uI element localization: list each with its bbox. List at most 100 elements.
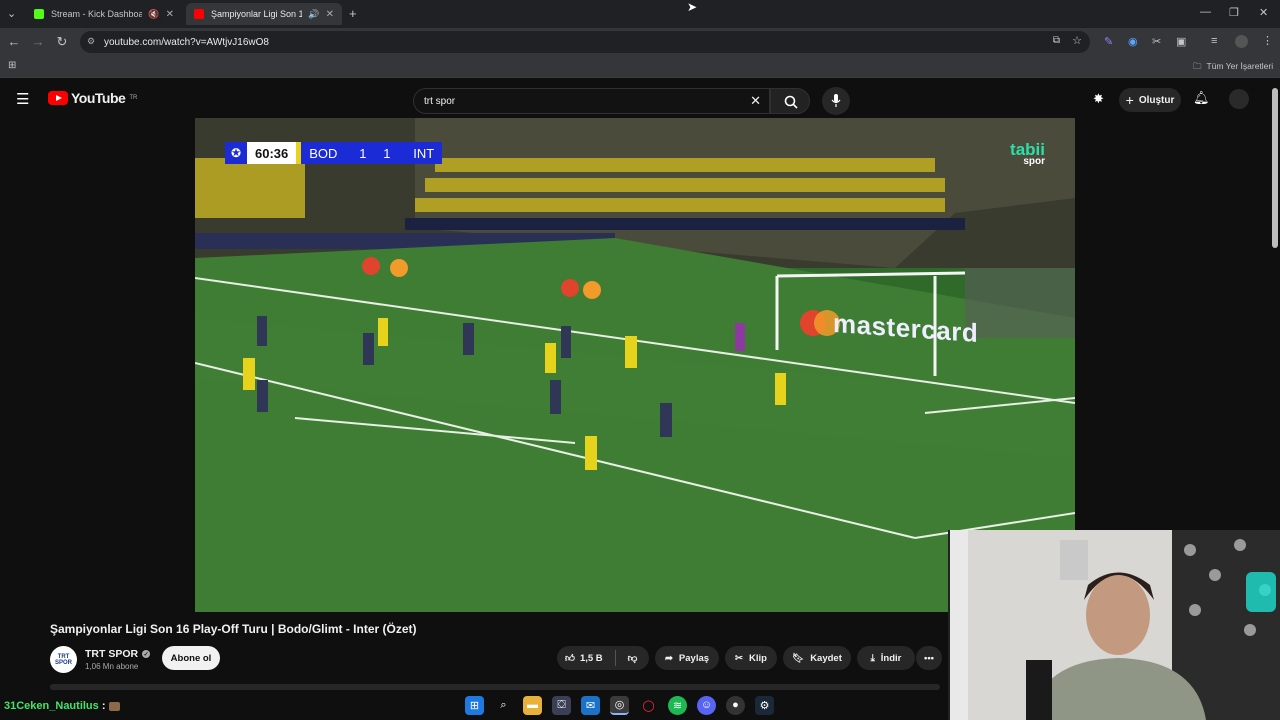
address-bar[interactable]: ⚙ youtube.com/watch?v=AWtjvJ16wO8 ⧉ ☆ — [80, 31, 1090, 53]
muted-speaker-icon[interactable]: 🔇 — [148, 9, 159, 20]
home-team: BOD — [309, 145, 338, 161]
search-button[interactable] — [770, 88, 810, 114]
tab-search-icon[interactable]: ⌄ — [7, 7, 16, 20]
verified-check-icon: ✓ — [142, 650, 151, 658]
kick-favicon-icon — [34, 9, 44, 19]
tab-youtube-video[interactable]: Şampiyonlar Ligi Son 16 Pla 🔊 ✕ — [186, 3, 342, 25]
speaker-icon[interactable]: 🔊 — [308, 9, 319, 20]
share-button[interactable]: ➦ Paylaş — [655, 646, 719, 670]
champions-league-star-icon: ✪ — [225, 142, 247, 164]
reload-icon[interactable]: ↻ — [53, 33, 71, 51]
mail-icon[interactable]: ✉ — [581, 695, 600, 715]
folder-icon: 🗀 — [1193, 61, 1202, 71]
download-button[interactable]: ⤓ İndir — [857, 646, 915, 670]
account-avatar[interactable] — [1229, 89, 1249, 109]
description-box[interactable] — [50, 684, 940, 690]
dislike-button[interactable]: 👎︎ — [628, 652, 638, 664]
thumbs-down-icon: 👎︎ — [627, 653, 638, 664]
like-button[interactable]: 👍︎ 1,5 B — [565, 652, 603, 665]
url-text: youtube.com/watch?v=AWtjvJ16wO8 — [104, 36, 269, 48]
back-icon[interactable]: ← — [5, 33, 23, 51]
microphone-icon — [831, 94, 841, 107]
like-dislike-group: 👍︎ 1,5 B 👎︎ — [557, 646, 649, 670]
share-arrow-icon: ➦ — [664, 652, 673, 664]
youtube-logo[interactable]: YouTube TR — [48, 90, 137, 106]
all-bookmarks-button[interactable]: 🗀 Tüm Yer İşaretleri — [1193, 61, 1273, 75]
premium-sparkle-icon[interactable]: ✸ — [1093, 91, 1104, 107]
subscriber-count: 1,06 Mn abone — [85, 662, 139, 671]
tab-kick-dashboard[interactable]: Stream - Kick Dashboard 🔇 ✕ — [26, 3, 182, 25]
youtube-header: ☰ YouTube TR trt spor ✕ ✸ + Oluştur 🔔︎ — [0, 80, 1280, 118]
taskbar-search-icon[interactable]: ⌕ — [494, 696, 513, 715]
search-icon — [784, 95, 798, 109]
chat-message: 31Ceken_Nautilus : — [4, 700, 120, 712]
notifications-bell-icon[interactable]: 🔔︎ — [1193, 90, 1210, 106]
spotify-icon[interactable]: ≋ — [668, 695, 687, 715]
search-input[interactable]: trt spor ✕ — [413, 88, 770, 114]
away-score: 1 — [383, 145, 391, 161]
discord-icon[interactable]: ☺ — [697, 695, 716, 715]
chat-username: 31Ceken_Nautilus — [4, 700, 99, 712]
apps-grid-icon[interactable]: ⊞ — [8, 60, 16, 71]
close-tab-icon[interactable]: ✕ — [166, 9, 174, 20]
hamburger-menu-icon[interactable]: ☰ — [16, 90, 29, 108]
more-actions-button[interactable]: ••• — [916, 646, 942, 670]
windows-taskbar: ⊞ ⌕ ▬ ⛋ ✉ ◎ ◯ ≋ ☺ ● ⚙ — [465, 693, 774, 717]
channel-name[interactable]: TRT SPOR ✓ — [85, 648, 151, 660]
store-icon[interactable]: ⛋ — [552, 695, 571, 715]
score-panel: BOD 1 1 INT — [301, 142, 443, 164]
forward-icon[interactable]: → — [29, 33, 47, 51]
save-button[interactable]: 🔖︎ Kaydet — [783, 646, 851, 670]
browser-menu-icon[interactable]: ⋮ — [1262, 34, 1273, 47]
webcam-image — [950, 530, 1280, 720]
scissors-icon: ✂ — [735, 652, 743, 664]
channel-avatar[interactable]: TRT SPOR — [50, 646, 77, 673]
windows-start-icon[interactable]: ⊞ — [465, 695, 484, 715]
install-app-icon[interactable]: ⧉ — [1053, 35, 1060, 46]
clear-search-icon[interactable]: ✕ — [750, 93, 761, 109]
profile-avatar[interactable] — [1235, 35, 1248, 48]
score-bug: ✪ 60:36 BOD 1 1 INT — [225, 142, 443, 164]
youtube-play-icon — [48, 91, 68, 105]
obs-icon[interactable]: ● — [726, 695, 745, 715]
home-score: 1 — [359, 145, 367, 161]
opera-icon[interactable]: ◯ — [639, 696, 658, 715]
file-explorer-icon[interactable]: ▬ — [523, 695, 542, 715]
browser-toolbar: ← → ↻ ⚙ youtube.com/watch?v=AWtjvJ16wO8 … — [0, 28, 1280, 56]
new-tab-icon[interactable]: + — [349, 6, 357, 21]
site-info-icon[interactable]: ⚙ — [87, 36, 95, 47]
match-frame — [195, 118, 1075, 612]
video-player[interactable]: ✪ 60:36 BOD 1 1 INT tabii spor mastercar… — [195, 118, 1075, 612]
youtube-favicon-icon — [194, 9, 204, 19]
extensions-puzzle-icon[interactable]: ▣ — [1176, 35, 1186, 48]
bookmark-star-icon[interactable]: ☆ — [1072, 34, 1082, 47]
clip-button[interactable]: ✂ Klip — [725, 646, 777, 670]
minimize-icon[interactable]: — — [1200, 6, 1211, 18]
mouse-cursor-icon: ➤ — [687, 0, 698, 14]
thumbs-up-icon: 👍︎ — [565, 653, 575, 664]
match-clock: 60:36 — [247, 142, 297, 164]
more-horizontal-icon: ••• — [924, 652, 934, 664]
create-button[interactable]: + Oluştur — [1119, 88, 1181, 112]
broadcaster-logo: tabii spor — [1010, 140, 1045, 167]
subscribe-button[interactable]: Abone ol — [162, 646, 220, 670]
extension-wave-icon[interactable]: ◉ — [1128, 35, 1138, 48]
steam-icon[interactable]: ⚙ — [755, 695, 774, 715]
media-control-icon[interactable]: ≡ — [1211, 35, 1217, 47]
page-scrollbar[interactable] — [1272, 88, 1278, 248]
chrome-icon[interactable]: ◎ — [610, 695, 629, 715]
bookmarks-bar: ⊞ 🗀 Tüm Yer İşaretleri — [0, 56, 1280, 78]
browser-tab-strip: ⌄ Stream - Kick Dashboard 🔇 ✕ Şampiyonla… — [0, 0, 1280, 28]
plus-icon: + — [1125, 92, 1134, 108]
close-tab-icon[interactable]: ✕ — [326, 9, 334, 20]
extension-pen-icon[interactable]: ✎ — [1104, 35, 1113, 48]
away-team: INT — [413, 145, 435, 161]
restore-icon[interactable]: ❐ — [1229, 6, 1239, 19]
chat-emote-icon — [108, 701, 120, 711]
voice-search-button[interactable] — [822, 87, 850, 115]
close-window-icon[interactable]: ✕ — [1259, 6, 1268, 19]
extension-tool-icon[interactable]: ✂ — [1152, 35, 1161, 48]
streamer-webcam — [948, 530, 1280, 720]
bookmark-icon: 🔖︎ — [792, 652, 805, 664]
video-title: Şampiyonlar Ligi Son 16 Play-Off Turu | … — [50, 622, 417, 636]
